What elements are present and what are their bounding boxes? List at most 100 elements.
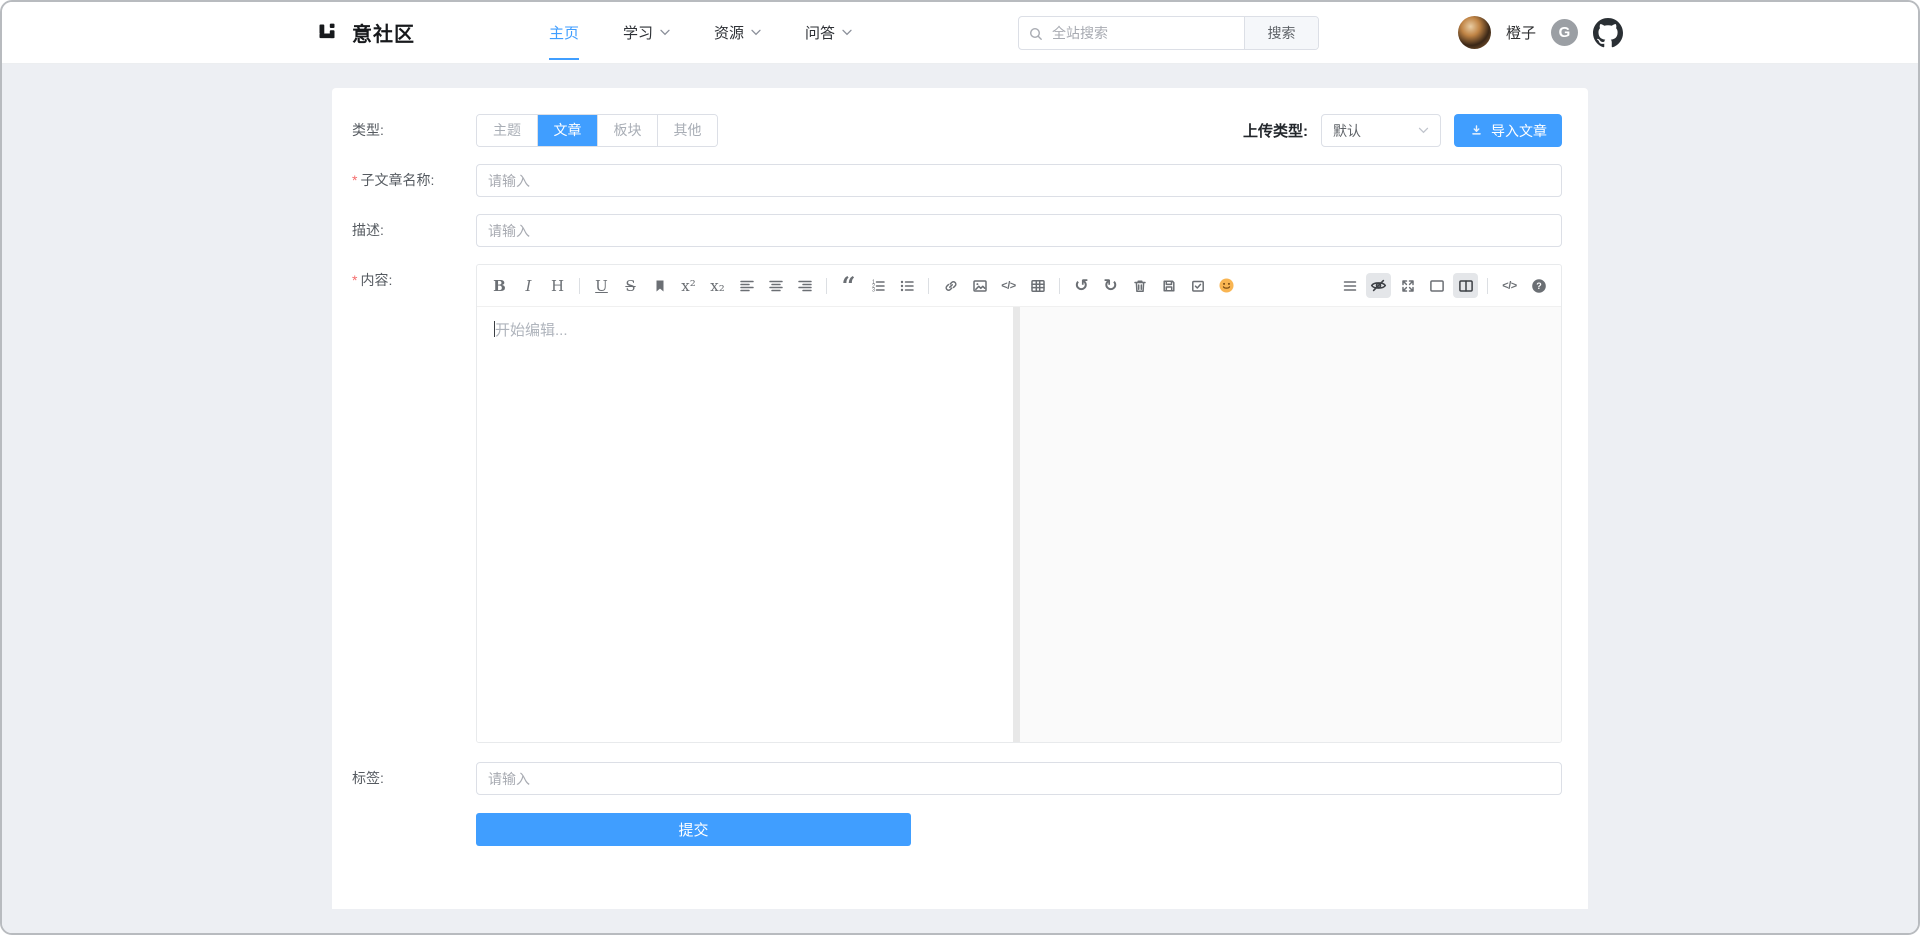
toolbar-divider [579, 278, 580, 294]
emoji-icon[interactable] [1214, 273, 1239, 298]
editor-preview-pane [1020, 307, 1561, 742]
main-nav: 主页 学习 资源 问答 [549, 2, 852, 63]
type-option-board[interactable]: 板块 [597, 115, 657, 146]
nav-item-label: 学习 [623, 22, 653, 43]
type-option-article[interactable]: 文章 [537, 114, 597, 147]
table-icon[interactable] [1025, 273, 1050, 298]
username[interactable]: 橙子 [1506, 22, 1536, 43]
superscript-icon[interactable]: x² [676, 273, 701, 298]
github-icon[interactable] [1593, 18, 1623, 48]
type-radio-group: 主题 文章 板块 其他 [476, 114, 718, 147]
description-input[interactable] [476, 214, 1562, 247]
type-option-topic[interactable]: 主题 [477, 115, 537, 146]
bookmark-icon[interactable] [647, 273, 672, 298]
italic-icon[interactable]: I [516, 273, 541, 298]
content-label: *内容: [352, 264, 476, 297]
logo[interactable]: 意社区 [316, 18, 415, 47]
undo-icon[interactable]: ↺ [1069, 273, 1094, 298]
gitee-icon[interactable]: G [1551, 19, 1578, 46]
nav-item-home[interactable]: 主页 [549, 2, 579, 63]
gitee-letter: G [1559, 24, 1571, 41]
toolbar-divider [826, 278, 827, 294]
content-row: *内容: B I H U S x² x₂ [352, 264, 1562, 743]
delete-icon[interactable] [1127, 273, 1152, 298]
help-icon[interactable]: ? [1526, 273, 1551, 298]
preview-page-icon[interactable] [1424, 273, 1449, 298]
toolbar-divider [928, 278, 929, 294]
svg-text:?: ? [1536, 281, 1542, 291]
description-label: 描述: [352, 214, 476, 247]
source-code-icon[interactable]: </> [1497, 273, 1522, 298]
name-label: *子文章名称: [352, 164, 476, 197]
logo-icon [316, 20, 342, 46]
download-icon [1469, 123, 1484, 138]
global-search: 搜索 [1018, 16, 1319, 50]
editor-input-pane[interactable]: 开始编辑... [477, 307, 1013, 742]
chevron-down-icon [842, 29, 852, 36]
nav-item-label: 资源 [714, 22, 744, 43]
upload-type-label: 上传类型: [1243, 120, 1308, 141]
nav-item-label: 主页 [549, 22, 579, 43]
site-title: 意社区 [352, 18, 415, 47]
save-icon[interactable] [1156, 273, 1181, 298]
image-icon[interactable] [967, 273, 992, 298]
nav-item-learn[interactable]: 学习 [623, 2, 670, 63]
type-option-other[interactable]: 其他 [657, 115, 717, 146]
redo-icon[interactable]: ↻ [1098, 273, 1123, 298]
chevron-down-icon [751, 29, 761, 36]
nav-item-label: 问答 [805, 22, 835, 43]
tag-row: 标签: [352, 762, 1562, 795]
align-right-icon[interactable] [792, 273, 817, 298]
chevron-down-icon [1418, 127, 1429, 134]
import-article-button[interactable]: 导入文章 [1454, 114, 1562, 147]
top-navbar: 意社区 主页 学习 资源 问答 搜索 [2, 2, 1918, 64]
toolbar-divider [1487, 278, 1488, 294]
outline-menu-icon[interactable] [1337, 273, 1362, 298]
subscript-icon[interactable]: x₂ [705, 273, 730, 298]
submit-button[interactable]: 提交 [476, 813, 911, 846]
editor-split-handle[interactable] [1013, 307, 1020, 742]
editor-toolbar: B I H U S x² x₂ “ 123 [477, 265, 1561, 307]
underline-icon[interactable]: U [589, 273, 614, 298]
markdown-editor: B I H U S x² x₂ “ 123 [476, 264, 1562, 743]
required-mark: * [352, 172, 357, 188]
description-row: 描述: [352, 214, 1562, 247]
submit-row: 提交 [352, 813, 1562, 846]
search-button[interactable]: 搜索 [1244, 17, 1318, 49]
search-input[interactable] [1019, 17, 1244, 49]
name-row: *子文章名称: [352, 164, 1562, 197]
page-background: 类型: 主题 文章 板块 其他 上传类型: 默认 导入文章 [2, 64, 1918, 933]
nav-item-resources[interactable]: 资源 [714, 2, 761, 63]
search-icon [1028, 26, 1044, 42]
tag-label: 标签: [352, 762, 476, 795]
toolbar-divider [1059, 278, 1060, 294]
subarticle-name-input[interactable] [476, 164, 1562, 197]
align-left-icon[interactable] [734, 273, 759, 298]
tag-input[interactable] [476, 762, 1562, 795]
split-view-icon[interactable] [1453, 273, 1478, 298]
publish-form-card: 类型: 主题 文章 板块 其他 上传类型: 默认 导入文章 [332, 88, 1588, 909]
svg-text:3: 3 [872, 287, 875, 293]
fullscreen-icon[interactable] [1395, 273, 1420, 298]
code-block-icon[interactable]: </> [996, 273, 1021, 298]
browser-viewport: 意社区 主页 学习 资源 问答 搜索 [0, 0, 1920, 935]
ordered-list-icon[interactable]: 123 [865, 273, 890, 298]
strikethrough-icon[interactable]: S [618, 273, 643, 298]
type-label: 类型: [352, 114, 476, 147]
unordered-list-icon[interactable] [894, 273, 919, 298]
import-article-label: 导入文章 [1491, 121, 1547, 141]
upload-type-select[interactable]: 默认 [1321, 114, 1441, 147]
align-center-icon[interactable] [763, 273, 788, 298]
editor-placeholder: 开始编辑... [495, 322, 568, 339]
upload-type-value: 默认 [1333, 121, 1361, 141]
heading-icon[interactable]: H [545, 273, 570, 298]
hide-preview-icon[interactable] [1366, 273, 1391, 298]
link-icon[interactable] [938, 273, 963, 298]
type-row: 类型: 主题 文章 板块 其他 上传类型: 默认 导入文章 [352, 114, 1562, 147]
upload-controls: 上传类型: 默认 导入文章 [1243, 114, 1562, 147]
bold-icon[interactable]: B [487, 273, 512, 298]
nav-item-qa[interactable]: 问答 [805, 2, 852, 63]
export-check-icon[interactable] [1185, 273, 1210, 298]
avatar[interactable] [1458, 16, 1491, 49]
blockquote-icon[interactable]: “ [836, 273, 861, 298]
